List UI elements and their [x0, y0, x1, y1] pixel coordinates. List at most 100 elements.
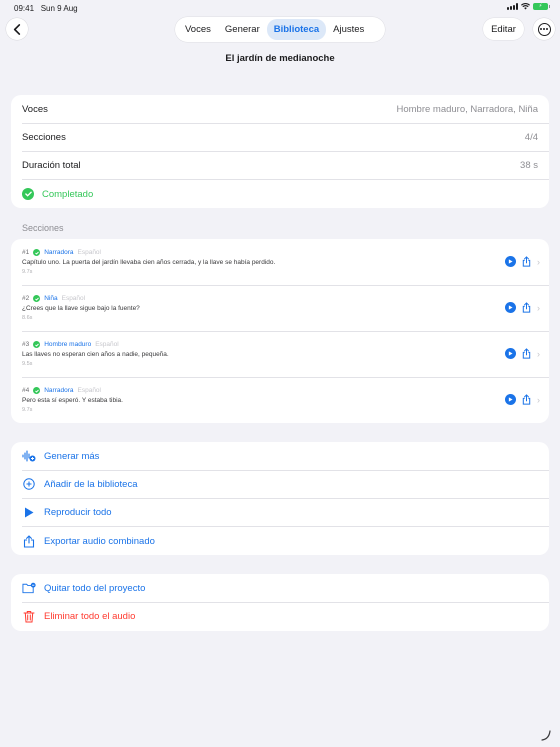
section-duration: 9.7s [22, 407, 33, 413]
play-icon [22, 505, 36, 519]
tab-bar: Voces Generar Biblioteca Ajustes [175, 17, 385, 42]
status-time: 09:41 Sun 9 Aug [14, 4, 78, 13]
trash-icon [22, 609, 36, 623]
sections-label: Secciones [22, 131, 66, 143]
section-meta: #1 Narradora Español [22, 249, 101, 256]
resize-handle-icon[interactable] [540, 729, 552, 741]
section-duration: 9.5s [22, 361, 33, 367]
section-language: Español [61, 295, 86, 302]
sections-card: #1 Narradora Español Capítulo uno. La pu… [11, 239, 549, 423]
section-item-4[interactable]: #4 Narradora Español Pero esta sí esperó… [11, 377, 549, 423]
section-number: #3 [22, 341, 30, 348]
status-icons: ⚡ [507, 3, 550, 10]
voices-label: Voces [22, 103, 48, 115]
section-text: Las llaves no esperan cien años a nadie,… [22, 351, 169, 358]
generate-more-button[interactable]: Generar más [22, 442, 538, 470]
section-voice: Narradora [44, 249, 74, 256]
actions-card: Generar más Añadir de la biblioteca Repr… [11, 442, 549, 555]
action-label: Eliminar todo el audio [44, 610, 136, 622]
section-number: #2 [22, 295, 30, 302]
action-label: Añadir de la biblioteca [44, 478, 138, 490]
share-icon [22, 534, 36, 548]
section-actions: › [505, 348, 540, 359]
more-icon [537, 22, 551, 36]
duration-label: Duración total [22, 159, 81, 171]
voices-value: Hombre maduro, Narradora, Niña [396, 103, 538, 115]
checkmark-circle-icon [33, 387, 41, 394]
chevron-right-icon: › [537, 256, 540, 267]
share-icon[interactable] [521, 394, 532, 405]
chevron-right-icon: › [537, 394, 540, 405]
sections-value: 4/4 [524, 131, 538, 143]
share-icon[interactable] [521, 348, 532, 359]
duration-value: 38 s [520, 159, 538, 171]
summary-duration-row: Duración total 38 s [22, 151, 538, 179]
more-button[interactable] [533, 18, 555, 40]
section-text: Pero esta sí esperó. Y estaba tibia. [22, 397, 123, 404]
section-voice: Narradora [44, 387, 74, 394]
action-label: Quitar todo del proyecto [44, 582, 146, 594]
section-language: Español [77, 387, 102, 394]
section-meta: #2 Niña Español [22, 295, 85, 302]
section-voice: Hombre maduro [44, 341, 92, 348]
folder-remove-icon [22, 581, 36, 595]
section-actions: › [505, 394, 540, 405]
action-label: Exportar audio combinado [44, 535, 155, 547]
section-actions: › [505, 302, 540, 313]
checkmark-circle-icon [33, 249, 41, 256]
section-number: #4 [22, 387, 30, 394]
section-duration: 9.7s [22, 269, 33, 275]
section-text: Capítulo uno. La puerta del jardín lleva… [22, 259, 276, 266]
section-number: #1 [22, 249, 30, 256]
section-text: ¿Crees que la llave sigue bajo la fuente… [22, 305, 140, 312]
wifi-icon [521, 3, 530, 10]
sections-header: Secciones [22, 223, 64, 233]
action-label: Reproducir todo [44, 506, 112, 518]
plus-circle-icon [22, 477, 36, 491]
tab-voces[interactable]: Voces [178, 19, 218, 40]
section-meta: #3 Hombre maduro Español [22, 341, 119, 348]
tab-biblioteca[interactable]: Biblioteca [266, 19, 327, 40]
checkmark-circle-icon [33, 295, 41, 302]
tab-generar[interactable]: Generar [218, 19, 267, 40]
cellular-signal-icon [507, 3, 518, 10]
play-icon[interactable] [505, 256, 516, 267]
remove-all-from-project-button[interactable]: Quitar todo del proyecto [22, 574, 538, 602]
summary-voices-row: Voces Hombre maduro, Narradora, Niña [22, 95, 538, 123]
status-label: Completado [42, 188, 94, 200]
share-icon[interactable] [521, 302, 532, 313]
add-from-library-button[interactable]: Añadir de la biblioteca [22, 470, 538, 498]
play-all-button[interactable]: Reproducir todo [22, 498, 538, 526]
project-title: El jardín de medianoche [225, 53, 335, 64]
back-button[interactable] [6, 18, 28, 40]
summary-sections-row: Secciones 4/4 [22, 123, 538, 151]
checkmark-circle-icon [22, 188, 34, 200]
section-item-3[interactable]: #3 Hombre maduro Español Las llaves no e… [11, 331, 549, 377]
waveform-plus-icon [22, 449, 36, 463]
edit-button[interactable]: Editar [483, 18, 524, 40]
chevron-right-icon: › [537, 348, 540, 359]
chevron-right-icon: › [537, 302, 540, 313]
section-actions: › [505, 256, 540, 267]
delete-all-audio-button[interactable]: Eliminar todo el audio [22, 602, 538, 630]
action-label: Generar más [44, 450, 100, 462]
section-language: Español [77, 249, 102, 256]
section-voice: Niña [44, 295, 58, 302]
play-icon[interactable] [505, 302, 516, 313]
status-completed: Completado [22, 188, 93, 200]
play-icon[interactable] [505, 394, 516, 405]
summary-card: Voces Hombre maduro, Narradora, Niña Sec… [11, 95, 549, 208]
play-icon[interactable] [505, 348, 516, 359]
tab-ajustes[interactable]: Ajustes [326, 19, 371, 40]
section-item-1[interactable]: #1 Narradora Español Capítulo uno. La pu… [11, 239, 549, 285]
chevron-left-icon [13, 23, 21, 35]
share-icon[interactable] [521, 256, 532, 267]
section-item-2[interactable]: #2 Niña Español ¿Crees que la llave sigu… [11, 285, 549, 331]
section-language: Español [95, 341, 119, 348]
section-meta: #4 Narradora Español [22, 387, 101, 394]
summary-status-row: Completado [22, 180, 538, 208]
status-bar: 09:41 Sun 9 Aug ⚡ [0, 0, 560, 16]
export-audio-button[interactable]: Exportar audio combinado [22, 527, 538, 555]
section-duration: 8.6s [22, 315, 33, 321]
battery-icon: ⚡ [533, 3, 550, 10]
